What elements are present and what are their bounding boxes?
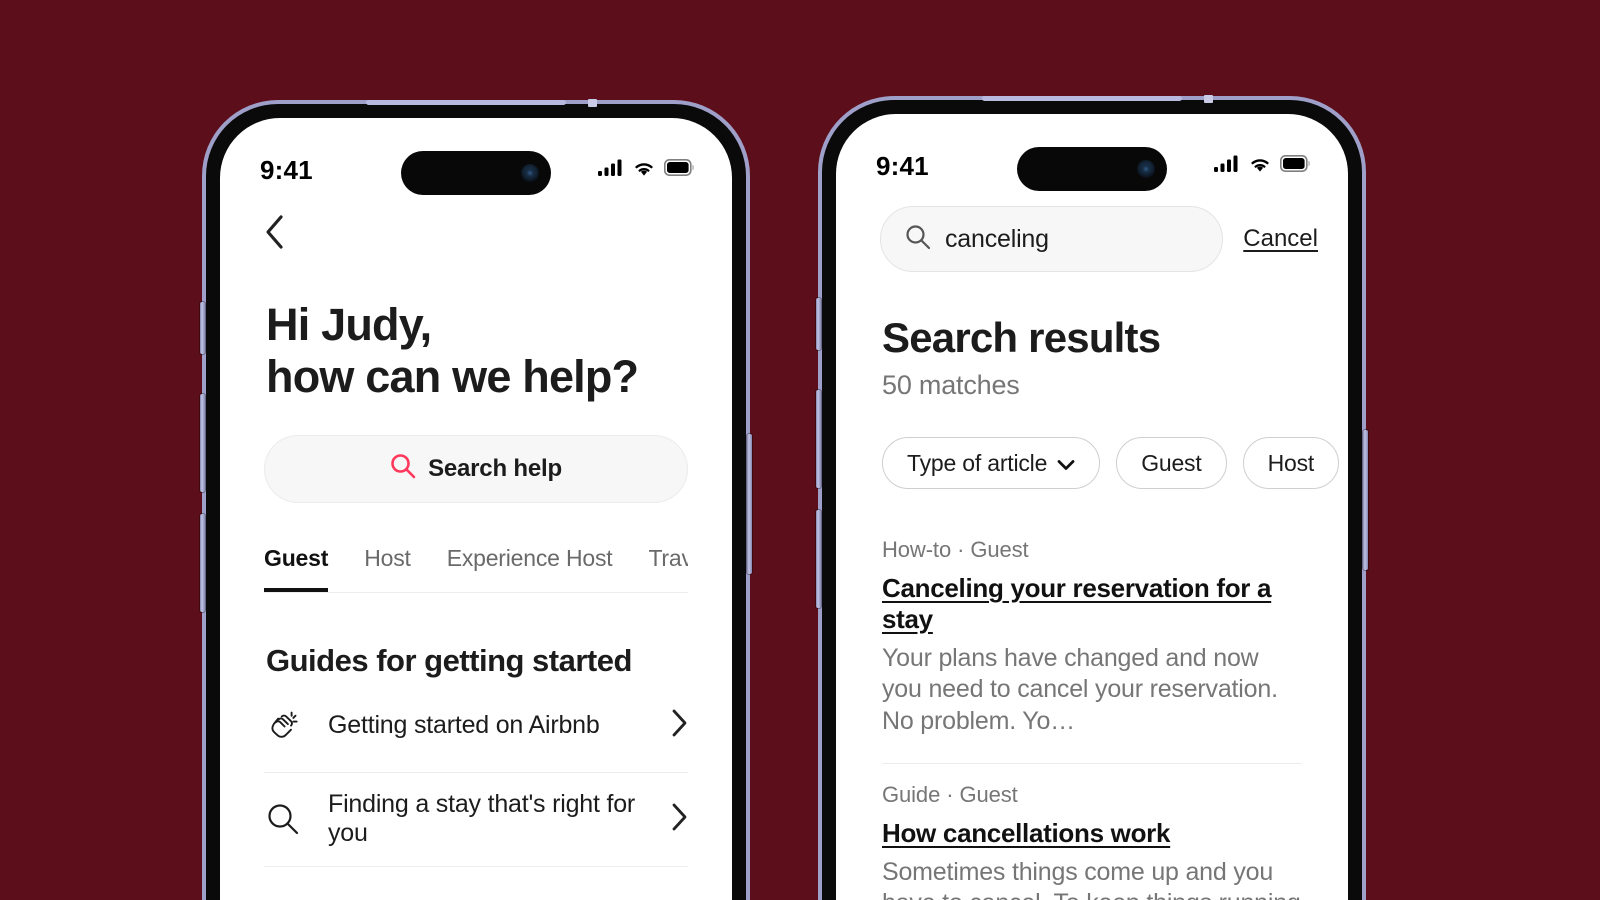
chip-host[interactable]: Host [1242,437,1340,489]
wifi-icon [1248,155,1272,178]
result-kicker: How-to · Guest [882,537,1029,562]
search-results-page: canceling Cancel Search results 50 match… [836,192,1348,900]
tab-guest-label: Guest [264,544,329,571]
chevron-left-icon [264,214,732,255]
mute-switch-button[interactable] [200,302,205,354]
phone-rim-antenna-dot [1204,95,1213,103]
chevron-down-icon [1057,450,1075,477]
greeting-line-2: how can we help? [266,350,639,402]
result-title[interactable]: Canceling your reservation for a stay [882,573,1302,635]
results-list: How-to · Guest Canceling your reservatio… [836,519,1348,900]
result-snippet: Your plans have changed and now you need… [882,644,1278,735]
help-home-page: Hi Judy, how can we help? Search help Gu… [220,196,732,900]
phone-device-left: 9:41 Hi Judy, how can we help? Search he… [200,99,752,900]
search-icon [905,224,931,255]
tab-experience-host[interactable]: Experience Host [447,545,613,592]
battery-icon [664,159,696,181]
chip-guest[interactable]: Guest [1116,437,1227,489]
dynamic-island [1017,147,1167,191]
battery-icon [1280,155,1312,177]
result-kicker: Guide · Guest [882,781,1018,807]
chevron-right-icon [670,802,688,837]
wifi-icon [632,159,656,182]
results-count: 50 matches [882,370,1020,400]
list-item-getting-started[interactable]: Getting started on Airbnb [264,679,688,773]
cancel-button[interactable]: Cancel [1243,225,1318,253]
guide-label-finding-a-stay: Finding a stay that's right for you [328,790,636,847]
chip-guest-label: Guest [1141,449,1202,476]
guide-label-getting-started: Getting started on Airbnb [328,710,600,739]
volume-down-button[interactable] [816,510,821,608]
phone-rim-highlight [366,100,566,105]
greeting-line-1: Hi Judy, [266,299,432,350]
dynamic-island [401,151,551,195]
tab-host-label: Host [364,544,411,571]
power-button[interactable] [747,434,752,574]
phone-rim-antenna-dot [588,99,597,107]
tab-travel-admin[interactable]: Travel admin [648,545,688,592]
phone-device-right: 9:41 canceling Cancel Search results 50 … [816,95,1368,900]
cellular-signal-icon [1214,155,1240,178]
volume-up-button[interactable] [816,390,821,488]
status-icons [598,159,696,182]
mute-switch-button[interactable] [816,298,821,350]
result-item[interactable]: How-to · Guest Canceling your reservatio… [882,519,1302,764]
clapping-hands-icon [264,707,302,743]
search-input[interactable]: canceling [880,206,1224,272]
volume-up-button[interactable] [200,394,205,492]
chip-host-label: Host [1267,449,1315,476]
status-time: 9:41 [876,150,929,181]
search-input-value: canceling [945,224,1049,253]
search-icon [390,453,416,484]
cellular-signal-icon [598,159,624,182]
tab-host[interactable]: Host [364,545,411,592]
tab-experience-host-label: Experience Host [446,544,613,571]
phone-rim-highlight [982,96,1182,101]
status-time: 9:41 [260,154,313,185]
status-icons [1214,155,1312,178]
chip-type-of-article-label: Type of article [907,449,1048,476]
search-icon [264,802,302,836]
tab-travel-admin-label: Travel admin [648,544,688,571]
front-camera-icon [521,164,539,182]
volume-down-button[interactable] [200,514,205,612]
power-button[interactable] [1363,430,1368,570]
result-title[interactable]: How cancellations work [882,818,1302,849]
chip-type-of-article[interactable]: Type of article [882,437,1101,489]
result-item[interactable]: Guide · Guest How cancellations work Som… [882,764,1302,900]
front-camera-icon [1137,160,1155,178]
section-title-guides: Guides for getting started [266,642,632,678]
back-button[interactable] [220,196,732,255]
tab-guest[interactable]: Guest [264,545,328,592]
result-snippet: Sometimes things come up and you have to… [882,857,1301,900]
chevron-right-icon [670,708,688,743]
search-header: canceling Cancel [836,192,1348,272]
audience-tabs: Guest Host Experience Host Travel admin [264,545,688,593]
search-help-button[interactable]: Search help [264,434,688,503]
list-item-finding-a-stay[interactable]: Finding a stay that's right for you [264,773,688,867]
page-title: Hi Judy, how can we help? [266,299,686,403]
filter-chips: Type of article Guest Host Experience [836,401,1348,489]
screenshot-canvas: 9:41 Hi Judy, how can we help? Search he… [0,0,1600,900]
phone-screen-left: 9:41 Hi Judy, how can we help? Search he… [220,118,732,900]
phone-screen-right: 9:41 canceling Cancel Search results 50 … [836,114,1348,900]
search-help-label: Search help [428,454,562,482]
page-title: Search results [882,314,1161,361]
